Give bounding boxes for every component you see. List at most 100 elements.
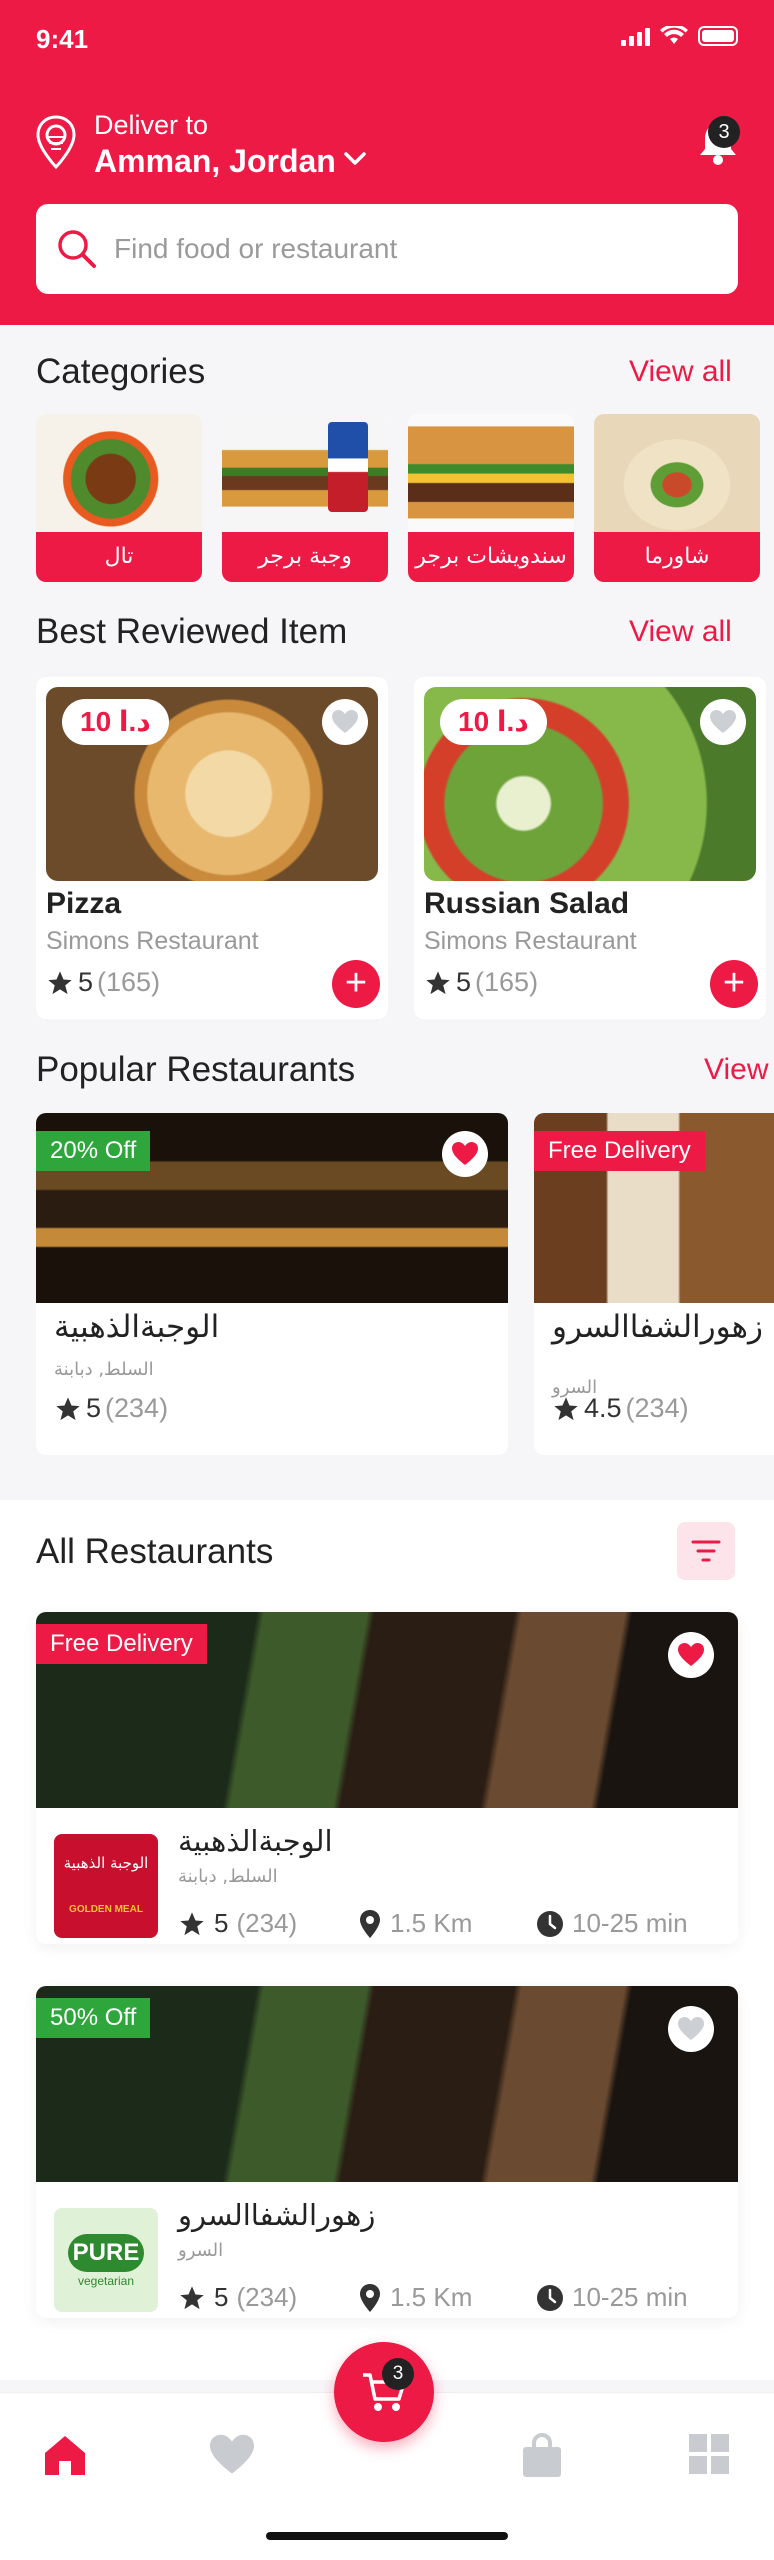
price-badge: د.ا 10 bbox=[440, 699, 547, 745]
distance-value: 1.5 Km bbox=[390, 2282, 473, 2312]
search-input[interactable] bbox=[114, 224, 714, 274]
favorite-button[interactable] bbox=[668, 1632, 714, 1678]
add-to-cart-button[interactable]: + bbox=[710, 960, 758, 1008]
deliver-to-label: Deliver to bbox=[94, 110, 209, 140]
restaurant-distance: 1.5 Km bbox=[358, 1908, 472, 1939]
item-rating: 5 (165) bbox=[424, 967, 538, 998]
restaurant-rating: 5 (234) bbox=[54, 1393, 168, 1424]
heart-icon bbox=[678, 1643, 704, 1666]
heart-icon bbox=[452, 1142, 478, 1165]
rating-value: 5 bbox=[78, 967, 94, 997]
category-label: سندويشات برجر bbox=[408, 532, 574, 582]
item-restaurant: Simons Restaurant bbox=[424, 927, 637, 955]
cart-badge: 3 bbox=[382, 2358, 414, 2390]
popular-title: Popular Restaurants bbox=[36, 1050, 356, 1089]
item-restaurant: Simons Restaurant bbox=[46, 927, 259, 955]
plus-icon: + bbox=[344, 962, 368, 1004]
favorite-button[interactable] bbox=[442, 1131, 488, 1177]
restaurant-logo: PURE vegetarian bbox=[54, 2208, 158, 2312]
price-badge: د.ا 10 bbox=[62, 699, 169, 745]
restaurant-card[interactable]: 50% Off PURE vegetarian زهورالشفاالسرو ا… bbox=[36, 1986, 738, 2318]
delivery-tag: Free Delivery bbox=[534, 1131, 705, 1171]
logo-text: الوجبة الذهبية bbox=[63, 1854, 149, 1872]
rating-count: (234) bbox=[105, 1393, 169, 1423]
star-icon bbox=[554, 1396, 578, 1420]
restaurant-card[interactable]: Free Delivery الوجبة الذهبية GOLDEN MEAL… bbox=[36, 1612, 738, 1944]
filter-icon bbox=[691, 1540, 721, 1562]
clock-icon bbox=[537, 1910, 563, 1937]
rating-value: 5 bbox=[214, 2282, 229, 2312]
signal-icon bbox=[621, 26, 650, 46]
popular-view-all-link[interactable]: View bbox=[704, 1053, 768, 1087]
category-card[interactable]: شاورما bbox=[594, 414, 760, 582]
restaurant-rating: 5 (234) bbox=[178, 2282, 297, 2313]
chevron-down-icon[interactable] bbox=[343, 151, 367, 167]
restaurant-rating: 4.5 (234) bbox=[552, 1393, 689, 1424]
delivery-tag: Free Delivery bbox=[36, 1624, 207, 1664]
item-card[interactable]: د.ا 10 Pizza Simons Restaurant 5 (165) + bbox=[36, 677, 388, 1019]
distance-value: 1.5 Km bbox=[390, 1908, 473, 1938]
soda-cup-shape bbox=[328, 422, 368, 512]
category-image bbox=[36, 414, 202, 532]
heart-icon bbox=[710, 710, 736, 733]
category-card[interactable]: سندويشات برجر bbox=[408, 414, 574, 582]
grid-icon[interactable] bbox=[688, 2433, 730, 2475]
bag-icon[interactable] bbox=[520, 2433, 564, 2479]
item-name: Pizza bbox=[46, 887, 122, 920]
location-pin-icon[interactable] bbox=[36, 115, 76, 169]
favorite-button[interactable] bbox=[668, 2006, 714, 2052]
restaurant-name: زهورالشفاالسرو bbox=[552, 1309, 763, 1345]
restaurant-rating: 5 (234) bbox=[178, 1908, 297, 1939]
restaurant-delivery-time: 10-25 min bbox=[536, 2282, 688, 2313]
category-label: تال bbox=[36, 532, 202, 582]
discount-tag: 50% Off bbox=[36, 1998, 151, 2038]
rating-value: 5 bbox=[86, 1393, 102, 1423]
restaurant-logo: الوجبة الذهبية GOLDEN MEAL bbox=[54, 1834, 158, 1938]
heart-icon bbox=[332, 710, 358, 733]
rating-value: 5 bbox=[214, 1908, 229, 1938]
cart-button[interactable] bbox=[334, 2342, 434, 2442]
all-restaurants-title: All Restaurants bbox=[36, 1532, 274, 1571]
time-value: 10-25 min bbox=[572, 2282, 688, 2312]
home-indicator bbox=[266, 2532, 508, 2540]
star-icon bbox=[56, 1396, 80, 1420]
best-reviewed-title: Best Reviewed Item bbox=[36, 612, 348, 651]
rating-count: (234) bbox=[236, 2282, 298, 2312]
favorites-heart-icon[interactable] bbox=[208, 2433, 256, 2477]
rating-count: (165) bbox=[475, 967, 539, 997]
restaurant-address: السلط, دبابنة bbox=[54, 1359, 154, 1380]
categories-view-all-link[interactable]: View all bbox=[629, 355, 732, 389]
item-rating: 5 (165) bbox=[46, 967, 160, 998]
logo-subtext: vegetarian bbox=[77, 2274, 135, 2288]
filter-button[interactable] bbox=[677, 1522, 735, 1580]
favorite-button[interactable] bbox=[700, 699, 746, 745]
category-label: وجبة برجر bbox=[222, 532, 388, 582]
item-card[interactable]: د.ا 10 Russian Salad Simons Restaurant 5… bbox=[414, 677, 766, 1019]
restaurant-card[interactable]: 20% Off الوجبةالذهبية السلط, دبابنة 5 (23… bbox=[36, 1113, 508, 1455]
category-card[interactable]: تال bbox=[36, 414, 202, 582]
restaurant-name: زهورالشفاالسرو bbox=[178, 2198, 376, 2232]
rating-count: (234) bbox=[236, 1908, 298, 1938]
rating-count: (234) bbox=[625, 1393, 689, 1423]
restaurant-distance: 1.5 Km bbox=[358, 2282, 472, 2313]
restaurant-card[interactable]: Free Delivery زهورالشفاالسرو السرو 4.5 (2… bbox=[534, 1113, 774, 1455]
best-reviewed-view-all-link[interactable]: View all bbox=[629, 615, 732, 649]
plus-icon: + bbox=[722, 962, 746, 1004]
wifi-icon bbox=[660, 26, 688, 44]
status-time: 9:41 bbox=[36, 24, 89, 54]
favorite-button[interactable] bbox=[322, 699, 368, 745]
notification-badge: 3 bbox=[708, 116, 740, 148]
logo-text: PURE bbox=[68, 2234, 144, 2272]
restaurant-delivery-time: 10-25 min bbox=[536, 1908, 688, 1939]
category-image bbox=[594, 414, 760, 532]
category-card[interactable]: وجبة برجر bbox=[222, 414, 388, 582]
time-value: 10-25 min bbox=[572, 1908, 688, 1938]
delivery-city[interactable]: Amman, Jordan bbox=[94, 143, 336, 180]
restaurant-address: السرو bbox=[178, 2240, 224, 2261]
home-icon[interactable] bbox=[42, 2433, 88, 2477]
search-bar[interactable] bbox=[36, 204, 738, 294]
discount-tag: 20% Off bbox=[36, 1131, 151, 1171]
add-to-cart-button[interactable]: + bbox=[332, 960, 380, 1008]
pin-icon bbox=[360, 1909, 380, 1938]
rating-value: 5 bbox=[456, 967, 472, 997]
